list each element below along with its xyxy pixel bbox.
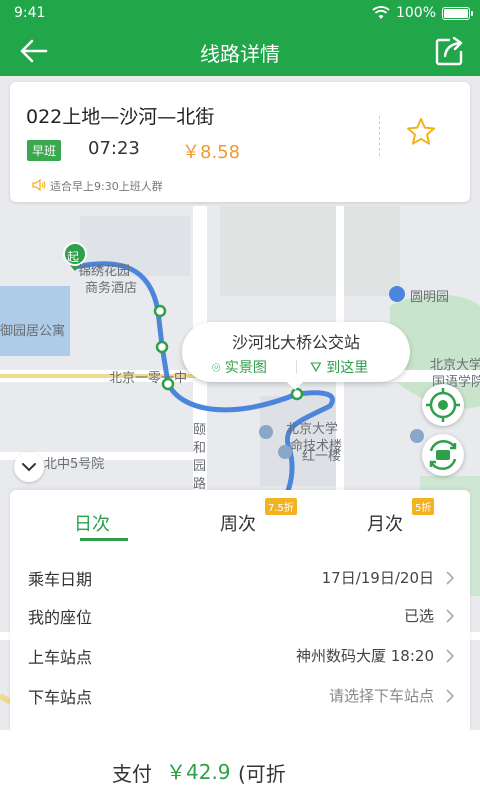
map-label-road2: 颐和园路 [193,423,207,492]
favorite-star-icon[interactable] [405,116,437,148]
chevron-right-icon [446,689,455,703]
ride-date-label: 乘车日期 [28,570,93,589]
page-title: 线路详情 [200,42,280,66]
alighting-stop-value: 请选择下车站点 [328,687,434,705]
route-name: 022上地—沙河—北街 [26,106,215,128]
chevron-right-icon [446,649,455,663]
map-label-red-building: 红一楼 [302,449,342,464]
bus-refresh-icon [429,439,457,471]
chevron-right-icon [446,609,455,623]
wifi-icon [372,6,390,19]
pay-label: 支付 [112,762,152,786]
route-info-card: 022上地—沙河—北街 早班 07:23 ￥8.58 适合早上9:30上班人群 [10,82,470,202]
status-time: 9:41 [14,5,46,21]
weekly-discount-tag: 7.5折 [265,498,297,515]
navigate-here-label: 到这里 [326,360,369,376]
speaker-icon [32,178,46,192]
chevron-down-icon [22,463,36,472]
locate-button[interactable] [422,384,464,426]
battery-percent: 100% [395,5,436,21]
departure-time: 07:23 [88,138,140,159]
scene-view-label: 实景图 [224,360,267,376]
boarding-stop-value: 神州数码大厦 18:20 [296,647,434,665]
stop-popup: 沙河北大桥公交站 ⌾ 实景图 ⛛ 到这里 [182,322,410,390]
my-seat-value: 已选 [403,607,434,625]
boarding-stop-label: 上车站点 [28,648,93,667]
scene-view-button[interactable]: ⌾ 实景图 [212,357,267,377]
map-label-hotel-b: 商务酒店 [85,281,138,296]
popup-separator [296,360,297,374]
map-label-line5: 北中5号院 [44,457,105,472]
row-alighting-stop[interactable]: 下车站点 请选择下车站点 [10,676,470,716]
locate-icon [426,388,460,422]
my-seat-label: 我的座位 [28,608,93,627]
bus-location-button[interactable] [422,434,464,476]
pay-amount: ￥42.9 [166,760,231,784]
share-icon[interactable] [432,34,466,68]
tab-daily[interactable]: 日次 [74,510,110,536]
card-divider [379,116,380,156]
start-marker-label: 起 [67,250,80,264]
pay-bar[interactable]: 支付 ￥42.9 (可折 [0,730,480,800]
map-label-park: 圆明园 [410,290,450,305]
status-right: 100% [372,5,473,21]
monthly-discount-tag: 5折 [412,498,435,515]
row-my-seat[interactable]: 我的座位 已选 [10,596,470,636]
navigate-here-button[interactable]: ⛛ 到这里 [310,357,368,377]
ticket-price: ￥8.58 [182,142,241,163]
tab-weekly[interactable]: 周次 [220,510,256,536]
ride-date-value: 17日/19日/20日 [321,569,434,587]
navigate-icon: ⛛ [310,360,322,376]
map-label-road: 北京一零一中 [109,371,188,386]
battery-icon [442,6,473,20]
shift-badge: 早班 [27,140,62,161]
alighting-stop-label: 下车站点 [28,688,93,707]
stop-name: 沙河北大桥公交站 [231,333,360,352]
ticket-panel: 日次 周次 7.5折 月次 5折 乘车日期 17日/19日/20日 我的座位 已… [10,490,470,730]
location-pin-icon: ⌾ [212,360,221,376]
tab-monthly[interactable]: 月次 [367,510,403,536]
pay-note: (可折 [238,762,286,786]
route-hint: 适合早上9:30上班人群 [50,180,163,193]
collapse-map-button[interactable] [14,452,44,482]
map-label-community: 御园居公寓 [0,324,66,339]
active-tab-indicator [80,538,128,541]
status-bar: 9:41 100% [0,0,480,28]
row-boarding-stop[interactable]: 上车站点 神州数码大厦 18:20 [10,636,470,676]
row-ride-date[interactable]: 乘车日期 17日/19日/20日 [10,558,470,598]
chevron-right-icon [446,571,455,585]
nav-header: 线路详情 [0,28,480,76]
